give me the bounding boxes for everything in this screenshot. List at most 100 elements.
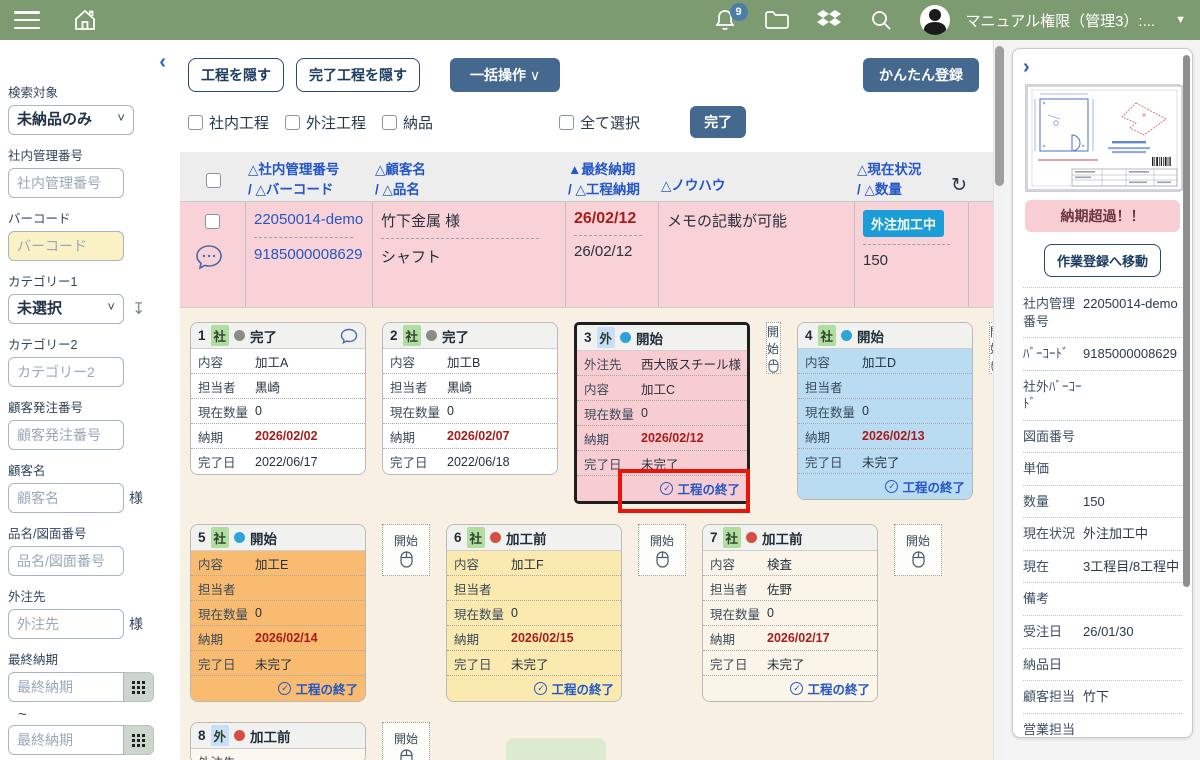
user-menu-label[interactable]: マニュアル権限（管理3）:... xyxy=(966,10,1156,31)
card-field-row: 担当者 xyxy=(191,576,365,601)
hide-process-button[interactable]: 工程を隠す xyxy=(188,58,284,92)
card-field-value: 2022/06/17 xyxy=(255,455,318,469)
home-icon[interactable] xyxy=(68,3,102,37)
col-customer[interactable]: △顧客名/ △品名 xyxy=(373,152,566,201)
goto-work-register-button[interactable]: 作業登録へ移動 xyxy=(1044,244,1161,277)
start-dropzone[interactable]: 開始 xyxy=(766,322,781,374)
process-card-4[interactable]: 4社開始内容加工D担当者現在数量0納期2026/02/13完了日未完了✓工程の終… xyxy=(797,322,973,500)
row-checkbox[interactable] xyxy=(205,214,220,229)
order-row[interactable]: 22050014-demo 9185000008629 竹下金属 様 シャフト … xyxy=(180,202,993,308)
main-scrollbar[interactable] xyxy=(993,40,1004,760)
start-dropzone[interactable]: 開始 xyxy=(894,524,942,576)
end-process-link[interactable]: ✓工程の終了 xyxy=(278,679,358,698)
process-card-header: 6社加工前 xyxy=(447,525,621,551)
card-field-row: 内容加工B xyxy=(383,349,557,374)
end-process-link[interactable]: ✓工程の終了 xyxy=(660,479,740,498)
barcode-input[interactable] xyxy=(8,231,124,261)
detail-field-label: 現在状況 xyxy=(1023,525,1083,543)
order-id-link[interactable]: 22050014-demo xyxy=(254,210,364,230)
checkbox-outsource-process[interactable]: 外注工程 xyxy=(285,112,366,133)
hide-completed-button[interactable]: 完了工程を隠す xyxy=(296,58,420,92)
process-card-6[interactable]: 6社加工前内容加工F担当者現在数量0納期2026/02/15完了日未完了✓工程の… xyxy=(446,524,622,702)
end-process-label: 工程の終了 xyxy=(551,679,614,698)
card-field-row: 担当者佐野 xyxy=(703,576,877,601)
card-field-label: 完了日 xyxy=(198,654,255,673)
calendar-icon[interactable] xyxy=(124,725,154,755)
item-name-input[interactable] xyxy=(8,546,124,576)
sidebar-collapse-icon[interactable]: ‹ xyxy=(159,52,166,72)
hamburger-menu-icon[interactable] xyxy=(14,11,40,29)
process-card-3[interactable]: 3外開始外注先西大阪スチール様内容加工C現在数量0納期2026/02/12完了日… xyxy=(574,322,750,504)
process-card-2[interactable]: 2社完了内容加工B担当者黒崎現在数量0納期2026/02/07完了日2022/0… xyxy=(382,322,558,475)
status-dot-icon xyxy=(620,332,631,343)
card-field-label: 現在数量 xyxy=(390,402,447,421)
notifications-bell-icon[interactable]: 9 xyxy=(708,3,742,37)
main-scrollbar-thumb[interactable] xyxy=(995,46,1004,186)
final-due-to-input[interactable] xyxy=(8,725,124,755)
start-dropzone[interactable]: 開始 xyxy=(382,722,430,760)
col-knowhow[interactable]: △ノウハウ xyxy=(659,152,855,201)
process-card-5[interactable]: 5社開始内容加工E担当者現在数量0納期2026/02/14完了日未完了✓工程の終… xyxy=(190,524,366,702)
end-process-link[interactable]: ✓工程の終了 xyxy=(790,679,870,698)
start-dropzone[interactable]: 開始 xyxy=(638,524,686,576)
card-field-row: 内容加工E xyxy=(191,551,365,576)
card-field-label: 納期 xyxy=(710,629,767,648)
internal-no-input[interactable] xyxy=(8,168,124,198)
category2-input[interactable] xyxy=(8,357,124,387)
search-icon[interactable] xyxy=(864,3,898,37)
customer-name-input[interactable] xyxy=(8,483,124,513)
card-status-label: 加工前 xyxy=(506,528,547,548)
folder-icon[interactable] xyxy=(760,3,794,37)
chat-icon[interactable] xyxy=(194,243,224,271)
easy-register-button[interactable]: かんたん登録 xyxy=(863,58,979,92)
end-process-link[interactable]: ✓工程の終了 xyxy=(534,679,614,698)
panel-expand-icon[interactable]: › xyxy=(1023,56,1030,78)
col-internal-no[interactable]: △社内管理番号/ △バーコード xyxy=(246,152,373,201)
drawing-thumbnail[interactable] xyxy=(1025,84,1180,192)
partial-delivery-card[interactable] xyxy=(506,738,606,760)
app-header: 9 マニュアル権限（管理3）:... ▼ xyxy=(0,0,1200,40)
download-arrow-icon[interactable]: ↧ xyxy=(132,299,145,319)
start-dropzone[interactable]: 開始 xyxy=(382,524,430,576)
card-field-value: 未完了 xyxy=(641,454,679,473)
search-target-select[interactable]: 未納品のみ xyxy=(8,105,134,135)
detail-field-label: 図面番号 xyxy=(1023,428,1083,446)
subcontractor-input[interactable] xyxy=(8,609,124,639)
refresh-icon[interactable]: ↻ xyxy=(951,176,967,195)
customer-order-no-input[interactable] xyxy=(8,420,124,450)
panel-scrollbar-thumb[interactable] xyxy=(1183,55,1190,587)
final-due-from-input[interactable] xyxy=(8,672,124,702)
circle-check-icon: ✓ xyxy=(790,682,803,695)
detail-field-value: 3工程目/8工程中 xyxy=(1083,558,1179,576)
process-card-8[interactable]: 8外加工前外注先 xyxy=(190,722,366,760)
order-barcode-link[interactable]: 9185000008629 xyxy=(254,245,364,265)
user-menu-caret-icon[interactable]: ▼ xyxy=(1175,14,1186,26)
mouse-icon xyxy=(400,551,413,568)
col-final-due[interactable]: ▲最終納期/ △工程納期 xyxy=(566,152,659,201)
process-card-1[interactable]: 1社完了内容加工A担当者黒崎現在数量0納期2026/02/02完了日2022/0… xyxy=(190,322,366,475)
circle-check-icon: ✓ xyxy=(278,682,291,695)
card-field-label: 完了日 xyxy=(390,452,447,471)
card-field-row: 完了日未完了 xyxy=(798,449,972,474)
process-card-7[interactable]: 7社加工前内容検査担当者佐野現在数量0納期2026/02/17完了日未完了✓工程… xyxy=(702,524,878,702)
bulk-action-button[interactable]: 一括操作 ∨ xyxy=(450,58,560,92)
checkbox-select-all[interactable]: 全て選択 xyxy=(559,112,640,133)
chat-icon[interactable] xyxy=(340,328,358,344)
card-field-label: 担当者 xyxy=(454,579,511,598)
end-process-link[interactable]: ✓工程の終了 xyxy=(885,477,965,496)
complete-button[interactable]: 完了 xyxy=(690,106,746,138)
header-checkbox[interactable] xyxy=(206,173,221,188)
card-field-row: 担当者 xyxy=(798,374,972,399)
status-badge[interactable]: 外注加工中 xyxy=(863,210,944,237)
category1-select[interactable]: 未選択 xyxy=(8,294,124,324)
start-label: 開始 xyxy=(394,730,418,747)
user-avatar[interactable] xyxy=(920,5,950,35)
detail-field-value: 外注加工中 xyxy=(1083,525,1148,543)
checkbox-internal-process[interactable]: 社内工程 xyxy=(188,112,269,133)
calendar-icon[interactable] xyxy=(124,672,154,702)
card-field-label: 内容 xyxy=(198,554,255,573)
checkbox-delivery[interactable]: 納品 xyxy=(382,112,433,133)
card-field-row: 完了日未完了 xyxy=(447,651,621,676)
dropbox-icon[interactable] xyxy=(812,3,846,37)
status-dot-icon xyxy=(234,730,245,741)
